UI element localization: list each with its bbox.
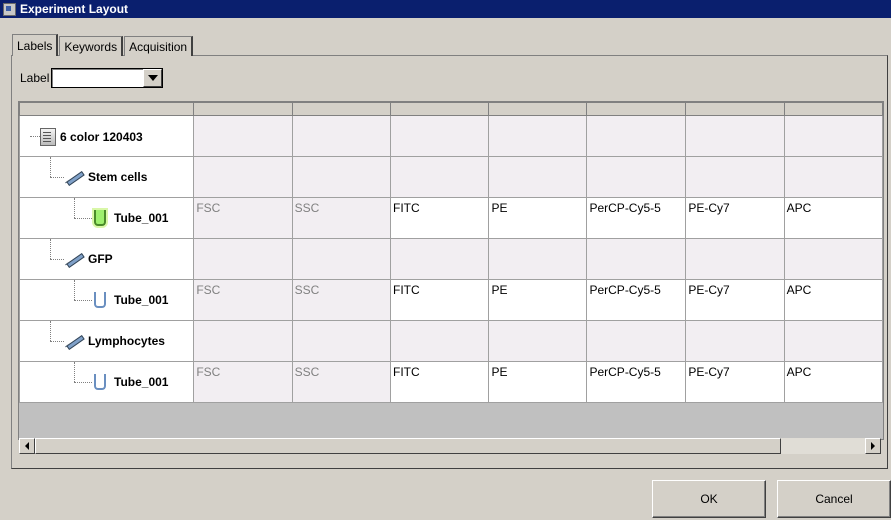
window-title: Experiment Layout xyxy=(20,2,129,16)
tree-node-specimen[interactable]: GFP xyxy=(19,238,195,280)
column-header[interactable] xyxy=(291,102,392,116)
parameter-cell[interactable]: SSC xyxy=(291,279,392,321)
label-caption: Label xyxy=(20,71,50,85)
table-row: Tube_001 FSC SSC FITC PE PerCP-Cy5-5 PE-… xyxy=(19,197,883,239)
parameter-cell[interactable]: FITC xyxy=(390,197,490,239)
tube-icon xyxy=(94,292,106,308)
tree-node-specimen[interactable]: Lymphocytes xyxy=(19,320,195,362)
parameter-cell[interactable]: PerCP-Cy5-5 xyxy=(586,197,687,239)
parameter-cell[interactable]: APC xyxy=(783,361,883,403)
parameter-cell[interactable]: APC xyxy=(783,197,883,239)
ok-button[interactable]: OK xyxy=(652,480,766,518)
tree-node-tube[interactable]: Tube_001 xyxy=(19,361,195,403)
parameter-cell[interactable]: PE xyxy=(488,361,588,403)
tube-label: Tube_001 xyxy=(114,375,169,389)
tab-strip: Labels Keywords Acquisition xyxy=(12,34,194,56)
parameter-cell[interactable]: SSC xyxy=(291,361,392,403)
specimen-icon xyxy=(64,169,84,185)
table-row: Stem cells xyxy=(19,156,883,198)
column-header[interactable] xyxy=(488,102,588,116)
experiment-label: 6 color 120403 xyxy=(60,130,143,144)
column-header[interactable] xyxy=(193,102,293,116)
parameter-cell[interactable]: FSC xyxy=(193,361,293,403)
parameter-cell[interactable]: FITC xyxy=(390,279,490,321)
parameter-cell[interactable]: PE-Cy7 xyxy=(685,197,785,239)
table-row: Tube_001 FSC SSC FITC PE PerCP-Cy5-5 PE-… xyxy=(19,361,883,403)
experiment-grid: 6 color 120403 Stem cells Tube_001 FSC S… xyxy=(18,101,884,440)
app-icon xyxy=(3,2,16,16)
chevron-down-icon[interactable] xyxy=(143,69,163,87)
table-row: Lymphocytes xyxy=(19,320,883,362)
grid-table: 6 color 120403 Stem cells Tube_001 FSC S… xyxy=(19,102,883,403)
tube-label: Tube_001 xyxy=(114,211,169,225)
table-row: 6 color 120403 xyxy=(19,115,883,157)
experiment-icon xyxy=(40,128,56,146)
label-dropdown[interactable] xyxy=(51,68,164,88)
parameter-cell[interactable]: FITC xyxy=(390,361,490,403)
horizontal-scrollbar[interactable] xyxy=(19,438,881,454)
parameter-cell[interactable]: PE xyxy=(488,197,588,239)
tab-labels[interactable]: Labels xyxy=(12,34,59,56)
column-header[interactable] xyxy=(586,102,687,116)
tree-node-experiment[interactable]: 6 color 120403 xyxy=(19,115,195,157)
parameter-cell[interactable]: FSC xyxy=(193,197,293,239)
specimen-label: GFP xyxy=(88,252,113,266)
title-bar: Experiment Layout xyxy=(0,0,891,18)
specimen-label: Lymphocytes xyxy=(88,334,165,348)
label-selector: Label xyxy=(20,68,164,88)
parameter-cell[interactable]: PE-Cy7 xyxy=(685,361,785,403)
tab-keywords[interactable]: Keywords xyxy=(59,36,124,56)
column-header[interactable] xyxy=(19,102,195,116)
tab-acquisition[interactable]: Acquisition xyxy=(124,36,194,56)
scroll-right-icon[interactable] xyxy=(865,438,881,454)
specimen-label: Stem cells xyxy=(88,170,148,184)
column-header[interactable] xyxy=(685,102,785,116)
parameter-cell[interactable]: SSC xyxy=(291,197,392,239)
specimen-icon xyxy=(64,333,84,349)
parameter-cell[interactable]: FSC xyxy=(193,279,293,321)
parameter-cell[interactable]: APC xyxy=(783,279,883,321)
tree-node-specimen[interactable]: Stem cells xyxy=(19,156,195,198)
tree-node-tube[interactable]: Tube_001 xyxy=(19,197,195,239)
parameter-cell[interactable]: PE xyxy=(488,279,588,321)
table-row: Tube_001 FSC SSC FITC PE PerCP-Cy5-5 PE-… xyxy=(19,279,883,321)
parameter-cell[interactable]: PerCP-Cy5-5 xyxy=(586,279,687,321)
scrollbar-thumb[interactable] xyxy=(35,438,781,454)
table-row: GFP xyxy=(19,238,883,280)
cancel-button[interactable]: Cancel xyxy=(777,480,891,518)
column-header[interactable] xyxy=(783,102,883,116)
parameter-cell[interactable]: PerCP-Cy5-5 xyxy=(586,361,687,403)
tube-label: Tube_001 xyxy=(114,293,169,307)
tube-active-icon xyxy=(94,210,106,226)
specimen-icon xyxy=(64,251,84,267)
tube-icon xyxy=(94,374,106,390)
tree-node-tube[interactable]: Tube_001 xyxy=(19,279,195,321)
scroll-left-icon[interactable] xyxy=(19,438,35,454)
grid-header-row xyxy=(19,102,883,116)
column-header[interactable] xyxy=(390,102,490,116)
parameter-cell[interactable]: PE-Cy7 xyxy=(685,279,785,321)
